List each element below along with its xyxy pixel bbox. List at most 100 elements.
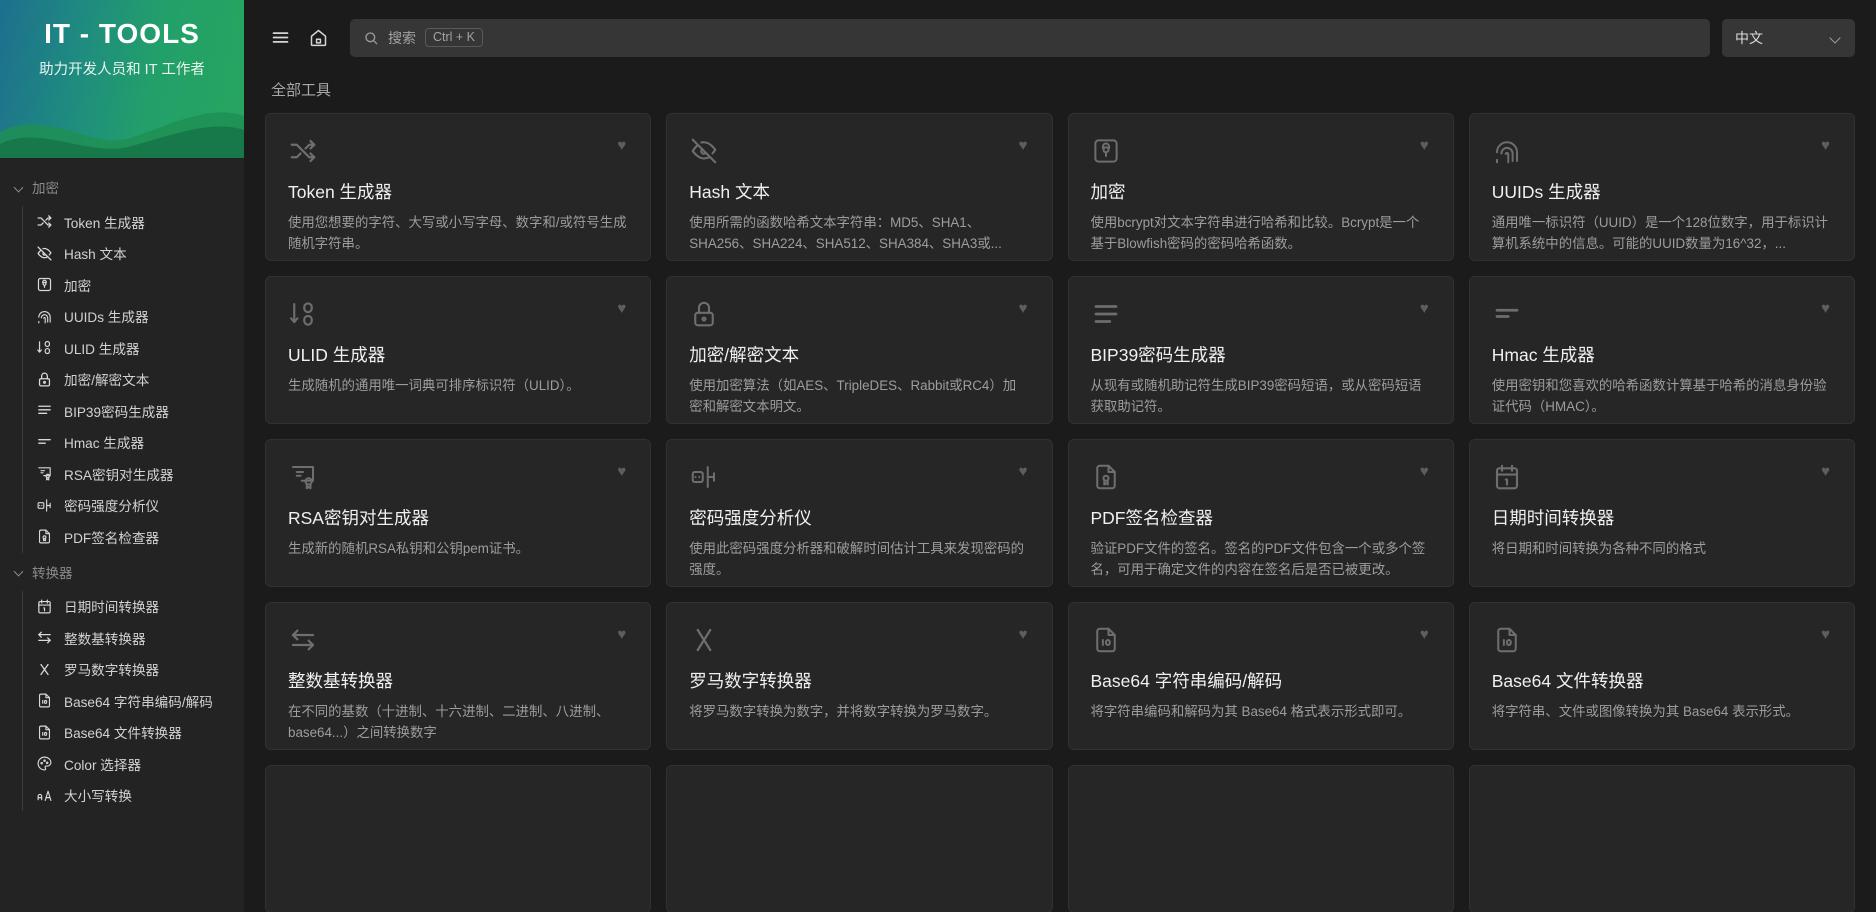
tool-card[interactable] bbox=[265, 765, 652, 912]
heart-icon[interactable]: ♥ bbox=[1418, 136, 1431, 155]
sidebar-group-header-encryption[interactable]: 加密 bbox=[0, 168, 244, 206]
sidebar-item-bcrypt[interactable]: 加密 bbox=[23, 269, 244, 301]
tool-card[interactable]: ♥ 加密/解密文本 使用加密算法（如AES、TripleDES、Rabbit或R… bbox=[666, 276, 1053, 424]
tool-description: 使用所需的函数哈希文本字符串：MD5、SHA1、SHA256、SHA224、SH… bbox=[689, 215, 1002, 251]
sidebar-item-base64-string[interactable]: Base64 字符串编码/解码 bbox=[23, 685, 244, 717]
heart-icon[interactable]: ♥ bbox=[1418, 299, 1431, 318]
sidebar-item-label: PDF签名检查器 bbox=[64, 530, 160, 546]
sidebar-item-case-converter[interactable]: 大小写转换 bbox=[23, 780, 244, 812]
heart-icon[interactable]: ♥ bbox=[1819, 462, 1832, 481]
language-selector[interactable]: 中文 bbox=[1722, 18, 1855, 57]
file-signature-icon bbox=[36, 528, 53, 545]
heart-icon[interactable]: ♥ bbox=[1017, 462, 1030, 481]
file-binary-icon bbox=[1091, 625, 1121, 655]
hamburger-menu-icon[interactable] bbox=[261, 19, 299, 57]
heart-icon[interactable]: ♥ bbox=[1017, 136, 1030, 155]
heart-icon[interactable]: ♥ bbox=[1418, 462, 1431, 481]
eye-off-icon bbox=[36, 245, 53, 262]
sidebar-item-rsa-keypair[interactable]: RSA密钥对生成器 bbox=[23, 458, 244, 490]
heart-icon[interactable]: ♥ bbox=[615, 299, 628, 318]
tool-title: Hmac 生成器 bbox=[1491, 345, 1595, 365]
tool-card[interactable]: ♥ PDF签名检查器 验证PDF文件的签名。签名的PDF文件包含一个或多个签名，… bbox=[1067, 439, 1454, 587]
tool-card[interactable] bbox=[666, 765, 1053, 912]
tool-card[interactable] bbox=[1067, 765, 1454, 912]
sidebar-item-uuid-generator[interactable]: UUIDs 生成器 bbox=[23, 301, 244, 333]
sidebar-item-label: Hash 文本 bbox=[64, 247, 127, 263]
tool-title: UUIDs 生成器 bbox=[1491, 182, 1601, 202]
align-left-lines-icon bbox=[1492, 299, 1522, 329]
certificate-icon bbox=[288, 462, 318, 492]
arrows-exchange-icon bbox=[36, 629, 53, 646]
sidebar-item-label: 整数基转换器 bbox=[64, 631, 146, 647]
file-signature-icon bbox=[1091, 462, 1121, 492]
sidebar-group-header-converter[interactable]: 转换器 bbox=[0, 553, 244, 591]
sidebar-item-label: 加密/解密文本 bbox=[64, 373, 150, 389]
arrows-exchange-icon bbox=[288, 625, 318, 655]
search-input[interactable]: 搜索 Ctrl + K bbox=[350, 18, 1710, 57]
heart-icon[interactable]: ♥ bbox=[615, 136, 628, 155]
tool-description: 生成随机的通用唯一词典可排序标识符（ULID）。 bbox=[288, 378, 580, 393]
sidebar-item-bip39-generator[interactable]: BIP39密码生成器 bbox=[23, 395, 244, 427]
sidebar-group-label: 转换器 bbox=[32, 565, 73, 581]
tool-card[interactable]: ♥ Base64 字符串编码/解码 将字符串编码和解码为其 Base64 格式表… bbox=[1067, 602, 1454, 750]
fingerprint-icon bbox=[36, 308, 53, 325]
tool-card[interactable]: ♥ BIP39密码生成器 从现有或随机助记符生成BIP39密码短语，或从密码短语… bbox=[1067, 276, 1454, 424]
wave-decoration bbox=[0, 112, 244, 158]
sidebar-item-color-picker[interactable]: Color 选择器 bbox=[23, 748, 244, 780]
list-lines-icon bbox=[1091, 299, 1121, 329]
sidebar: IT - TOOLS 助力开发人员和 IT 工作者 加密 Token 生成器 H… bbox=[0, 0, 244, 912]
sidebar-item-encrypt-decrypt-text[interactable]: 加密/解密文本 bbox=[23, 364, 244, 396]
sidebar-item-pdf-signature-checker[interactable]: PDF签名检查器 bbox=[23, 521, 244, 553]
sidebar-item-integer-base-converter[interactable]: 整数基转换器 bbox=[23, 622, 244, 654]
roman-x-icon bbox=[36, 661, 53, 678]
sidebar-item-base64-file[interactable]: Base64 文件转换器 bbox=[23, 717, 244, 749]
sort-descending-numbers-icon bbox=[36, 339, 53, 356]
sidebar-item-label: Color 选择器 bbox=[64, 757, 142, 773]
heart-icon[interactable]: ♥ bbox=[1819, 136, 1832, 155]
home-icon[interactable] bbox=[299, 19, 337, 57]
heart-icon[interactable]: ♥ bbox=[1017, 299, 1030, 318]
tool-title: RSA密钥对生成器 bbox=[288, 508, 429, 528]
sidebar-item-label: ULID 生成器 bbox=[64, 341, 140, 357]
sidebar-item-hmac-generator[interactable]: Hmac 生成器 bbox=[23, 427, 244, 459]
tool-card[interactable]: ♥ Hmac 生成器 使用密钥和您喜欢的哈希函数计算基于哈希的消息身份验证代码（… bbox=[1468, 276, 1855, 424]
tool-card[interactable]: ♥ 加密 使用bcrypt对文本字符串进行哈希和比较。Bcrypt是一个基于Bl… bbox=[1067, 113, 1454, 261]
heart-icon[interactable]: ♥ bbox=[1819, 299, 1832, 318]
tool-description: 将字符串、文件或图像转换为其 Base64 表示形式。 bbox=[1491, 704, 1800, 719]
calendar-icon bbox=[1492, 462, 1522, 492]
sidebar-item-roman-numeral-converter[interactable]: 罗马数字转换器 bbox=[23, 654, 244, 686]
tool-card[interactable]: ♥ UUIDs 生成器 通用唯一标识符（UUID）是一个128位数字，用于标识计… bbox=[1468, 113, 1855, 261]
shuffle-icon bbox=[36, 213, 53, 230]
heart-icon[interactable]: ♥ bbox=[615, 625, 628, 644]
tool-card[interactable]: ♥ Base64 文件转换器 将字符串、文件或图像转换为其 Base64 表示形… bbox=[1468, 602, 1855, 750]
sidebar-item-password-strength[interactable]: 密码强度分析仪 bbox=[23, 490, 244, 522]
tool-card[interactable]: ♥ ULID 生成器 生成随机的通用唯一词典可排序标识符（ULID）。 bbox=[265, 276, 652, 424]
calendar-icon bbox=[36, 598, 53, 615]
tool-description: 使用您想要的字符、大写或小写字母、数字和/或符号生成随机字符串。 bbox=[288, 215, 627, 251]
eye-off-icon bbox=[689, 136, 719, 166]
tool-card[interactable]: ♥ 整数基转换器 在不同的基数（十进制、十六进制、二进制、八进制、base64.… bbox=[265, 602, 652, 750]
heart-icon[interactable]: ♥ bbox=[1819, 625, 1832, 644]
tool-card[interactable]: ♥ RSA密钥对生成器 生成新的随机RSA私钥和公钥pem证书。 bbox=[265, 439, 652, 587]
tool-card[interactable]: ♥ 密码强度分析仪 使用此密码强度分析器和破解时间估计工具来发现密码的强度。 bbox=[666, 439, 1053, 587]
password-meter-icon bbox=[689, 462, 719, 492]
sidebar-item-hash-text[interactable]: Hash 文本 bbox=[23, 238, 244, 270]
heart-icon[interactable]: ♥ bbox=[1017, 625, 1030, 644]
heart-icon[interactable]: ♥ bbox=[615, 462, 628, 481]
tool-card[interactable]: ♥ 罗马数字转换器 将罗马数字转换为数字，并将数字转换为罗马数字。 bbox=[666, 602, 1053, 750]
tool-description: 使用此密码强度分析器和破解时间估计工具来发现密码的强度。 bbox=[689, 541, 1025, 577]
sidebar-item-ulid-generator[interactable]: ULID 生成器 bbox=[23, 332, 244, 364]
tool-card[interactable]: ♥ 日期时间转换器 将日期和时间转换为各种不同的格式 bbox=[1468, 439, 1855, 587]
search-placeholder: 搜索 bbox=[388, 29, 416, 46]
sidebar-item-token-generator[interactable]: Token 生成器 bbox=[23, 206, 244, 238]
tool-description: 使用加密算法（如AES、TripleDES、Rabbit或RC4）加密和解密文本… bbox=[689, 378, 1017, 414]
sidebar-item-label: RSA密钥对生成器 bbox=[64, 467, 174, 483]
heart-icon[interactable]: ♥ bbox=[1418, 625, 1431, 644]
sidebar-item-date-time-converter[interactable]: 日期时间转换器 bbox=[23, 591, 244, 623]
chevron-down-icon bbox=[14, 182, 25, 193]
tool-card[interactable]: ♥ Hash 文本 使用所需的函数哈希文本字符串：MD5、SHA1、SHA256… bbox=[666, 113, 1053, 261]
sidebar-group-items: 日期时间转换器 整数基转换器 罗马数字转换器 Base64 字符串编码/解码 B… bbox=[22, 590, 244, 812]
tool-card[interactable]: ♥ Token 生成器 使用您想要的字符、大写或小写字母、数字和/或符号生成随机… bbox=[265, 113, 652, 261]
tool-card[interactable] bbox=[1468, 765, 1855, 912]
file-binary-icon bbox=[36, 692, 53, 709]
